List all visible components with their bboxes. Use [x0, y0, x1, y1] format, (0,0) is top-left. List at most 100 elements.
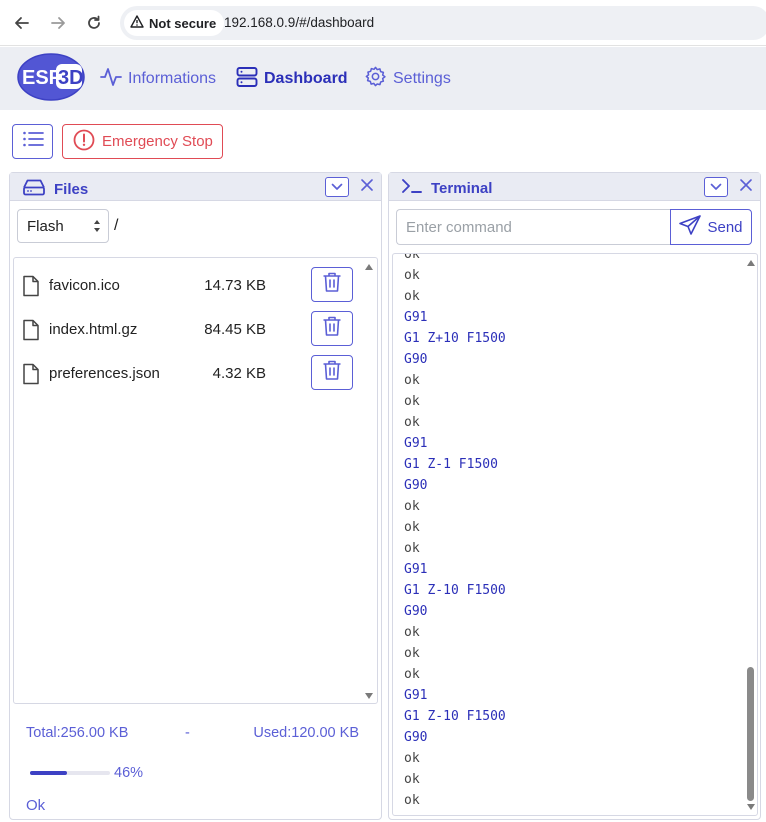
- terminal-line: ok: [404, 253, 420, 262]
- storage-separator: -: [185, 725, 190, 741]
- terminal-line: ok: [404, 772, 420, 787]
- terminal-icon: [401, 178, 423, 198]
- trash-icon: [322, 359, 342, 386]
- terminal-title: Terminal: [431, 179, 493, 197]
- file-name[interactable]: preferences.json: [49, 365, 160, 382]
- delete-file-button[interactable]: [311, 311, 353, 346]
- terminal-line: ok: [404, 499, 420, 514]
- nav-dashboard[interactable]: Dashboard: [236, 66, 348, 93]
- send-icon: [679, 215, 702, 239]
- back-arrow-icon[interactable]: [11, 12, 33, 34]
- security-chip[interactable]: Not secure: [124, 10, 225, 36]
- terminal-line: ok: [404, 289, 420, 304]
- delete-file-button[interactable]: [311, 267, 353, 302]
- app-navbar: ESP 3D Informations Dashboard Settings: [0, 47, 766, 110]
- close-icon: [361, 178, 373, 196]
- file-row[interactable]: index.html.gz 84.45 KB: [14, 308, 364, 352]
- terminal-panel-title: Terminal: [401, 178, 492, 198]
- hard-drive-icon: [22, 178, 46, 200]
- file-icon: [22, 319, 40, 346]
- send-button[interactable]: Send: [670, 209, 752, 245]
- file-icon: [22, 275, 40, 302]
- terminal-line: ok: [404, 751, 420, 766]
- terminal-output[interactable]: ok ok ok G90 G1 Z-10 F1500 G91 ok ok ok G90 G1 Z-1…: [392, 253, 758, 816]
- nav-informations[interactable]: Informations: [100, 67, 216, 91]
- chevron-down-icon: [710, 178, 722, 196]
- terminal-line: ok: [404, 268, 420, 283]
- emergency-stop-button[interactable]: Emergency Stop: [62, 124, 223, 159]
- terminal-line: G1 Z+10 F1500: [404, 331, 506, 346]
- file-row[interactable]: preferences.json 4.32 KB: [14, 352, 364, 396]
- emergency-stop-label: Emergency Stop: [102, 133, 213, 150]
- terminal-line: ok: [404, 646, 420, 661]
- file-list[interactable]: favicon.ico 14.73 KB index.html.gz 84.45…: [13, 257, 378, 704]
- files-collapse-button[interactable]: [325, 177, 349, 197]
- reload-icon[interactable]: [83, 12, 105, 34]
- terminal-line: ok: [404, 541, 420, 556]
- terminal-scroll-down-icon[interactable]: [747, 804, 755, 810]
- list-icon: [22, 130, 44, 153]
- file-row[interactable]: favicon.ico 14.73 KB: [14, 264, 364, 308]
- command-placeholder: Enter command: [406, 218, 512, 236]
- terminal-line: G90: [404, 478, 428, 493]
- terminal-line: G1 Z-10 F1500: [404, 709, 506, 724]
- terminal-panel-header: Terminal: [389, 173, 760, 201]
- file-size: 4.32 KB: [212, 365, 266, 382]
- file-icon: [22, 363, 40, 390]
- files-close-button[interactable]: [358, 178, 376, 196]
- esp3d-logo[interactable]: ESP 3D: [17, 53, 85, 101]
- terminal-line: ok: [404, 415, 420, 430]
- storage-used: Used:120.00 KB: [253, 725, 359, 741]
- terminal-line: G91: [404, 310, 428, 325]
- nav-settings-label: Settings: [393, 70, 451, 87]
- terminal-line: G90: [404, 730, 428, 745]
- terminal-collapse-button[interactable]: [704, 177, 728, 197]
- terminal-line: G91: [404, 436, 428, 451]
- security-label: Not secure: [149, 15, 217, 31]
- activity-icon: [100, 67, 122, 92]
- command-input[interactable]: Enter command: [396, 209, 670, 245]
- select-arrows-icon: [93, 219, 101, 237]
- file-name[interactable]: index.html.gz: [49, 321, 137, 338]
- file-size: 84.45 KB: [204, 321, 266, 338]
- files-panel-header: Files: [10, 173, 381, 201]
- chevron-down-icon: [331, 178, 343, 196]
- panels-menu-button[interactable]: [12, 124, 53, 159]
- storage-total: Total:256.00 KB: [26, 725, 129, 741]
- terminal-line: G91: [404, 562, 428, 577]
- storage-progress-bar: [30, 771, 110, 775]
- terminal-line: ok: [404, 373, 420, 388]
- files-scroll-down-icon[interactable]: [365, 693, 373, 699]
- nav-informations-label: Informations: [128, 70, 217, 87]
- files-scroll-up-icon[interactable]: [365, 264, 373, 270]
- terminal-line: G90: [404, 352, 428, 367]
- storage-percent: 46%: [114, 765, 144, 781]
- delete-file-button[interactable]: [311, 355, 353, 390]
- nav-dashboard-label: Dashboard: [264, 70, 348, 87]
- terminal-line: ok: [404, 667, 420, 682]
- storage-progress-fill: [30, 771, 67, 775]
- logo-text-3d: 3D: [58, 67, 84, 89]
- filesystem-select[interactable]: Flash: [17, 209, 109, 243]
- gear-icon: [364, 65, 387, 93]
- filesystem-value: Flash: [27, 217, 64, 235]
- trash-icon: [322, 271, 342, 298]
- close-icon: [740, 178, 752, 196]
- warning-icon: [130, 15, 144, 31]
- terminal-scrollbar-thumb[interactable]: [747, 667, 754, 801]
- files-panel: Files Flash / favicon.ico 14.73 KB index…: [9, 172, 382, 820]
- current-path: /: [114, 217, 119, 234]
- files-title: Files: [54, 180, 89, 198]
- terminal-scroll-up-icon[interactable]: [747, 260, 755, 266]
- send-label: Send: [707, 218, 743, 236]
- files-status: Ok: [26, 797, 46, 814]
- nav-settings[interactable]: Settings: [364, 65, 451, 93]
- forward-arrow-icon[interactable]: [47, 12, 69, 34]
- terminal-line: G1 Z-10 F1500: [404, 583, 506, 598]
- address-bar[interactable]: Not secure 192.168.0.9/#/dashboard: [120, 6, 766, 40]
- file-name[interactable]: favicon.ico: [49, 277, 120, 294]
- terminal-close-button[interactable]: [737, 178, 755, 196]
- server-icon: [236, 66, 258, 93]
- url-text: 192.168.0.9/#/dashboard: [224, 15, 375, 30]
- terminal-line: G90: [404, 604, 428, 619]
